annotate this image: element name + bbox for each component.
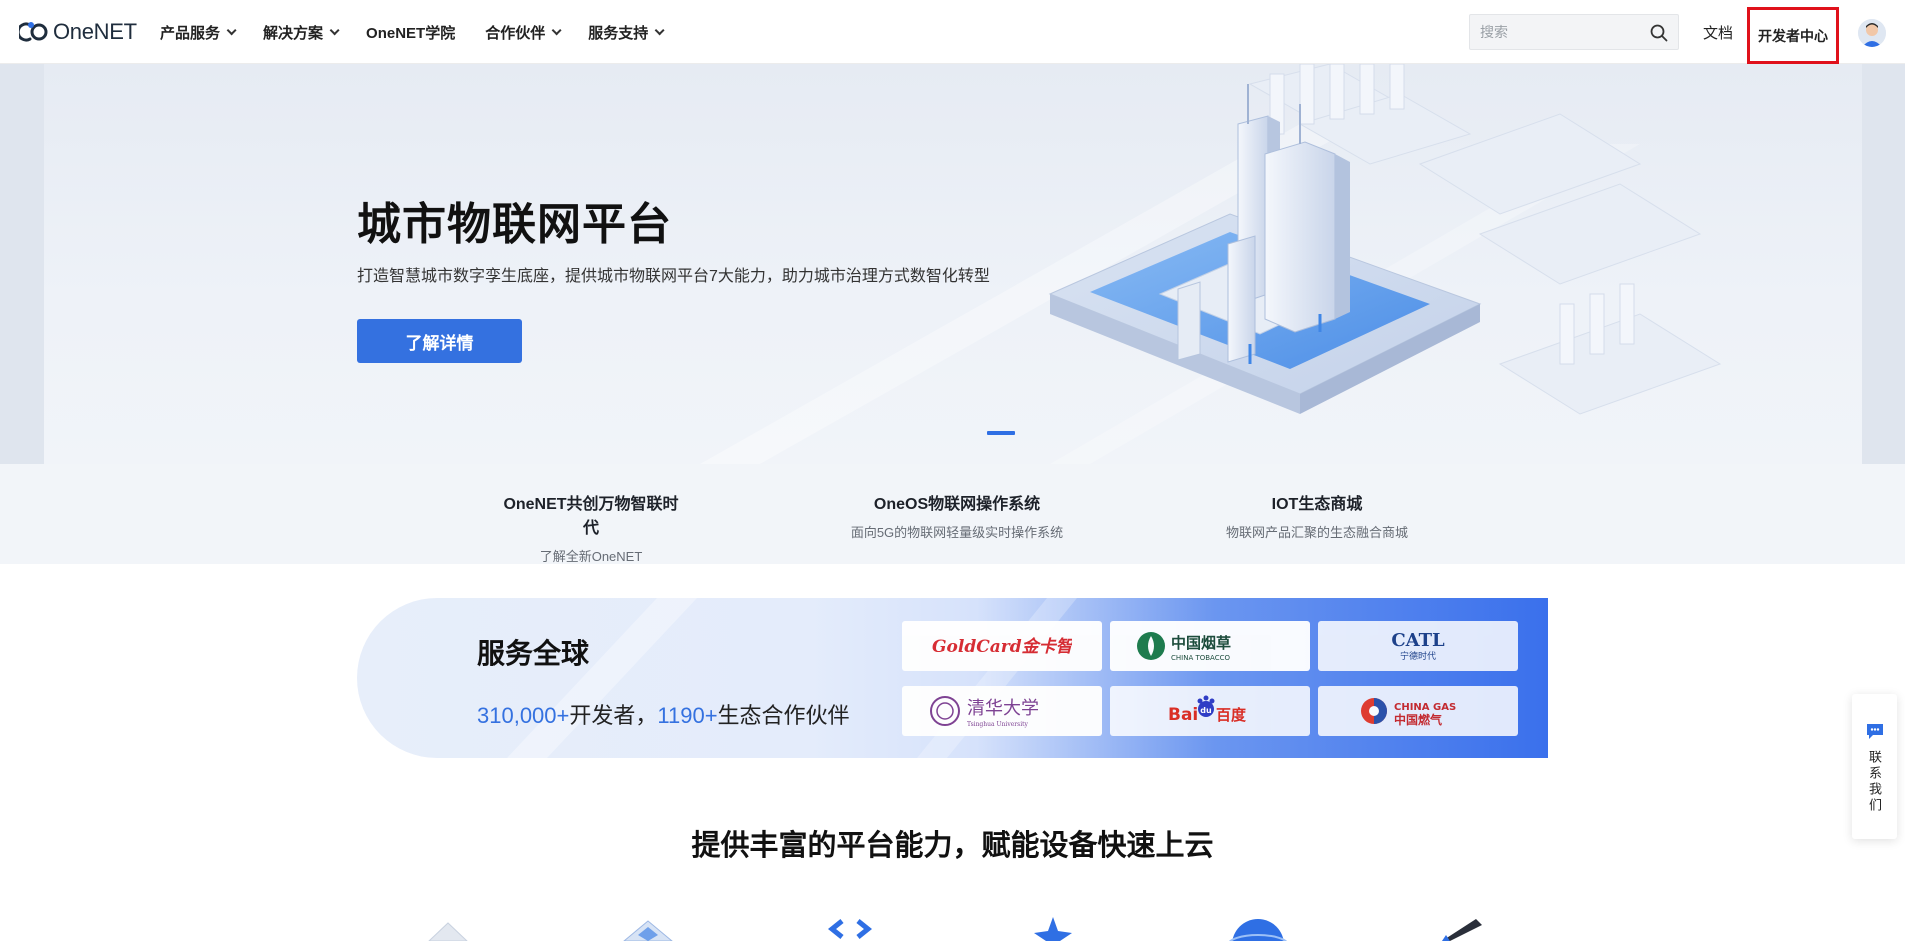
search-input[interactable] bbox=[1470, 24, 1640, 40]
capability-icon-globe bbox=[1228, 919, 1288, 941]
strip-item-desc: 面向5G的物联网轻量级实时操作系统 bbox=[850, 525, 1064, 540]
partners-count: 1190+ bbox=[657, 703, 718, 728]
china-gas-logo: CHINA GAS 中国燃气 bbox=[1361, 698, 1456, 727]
onenet-logo[interactable]: OneNET bbox=[19, 18, 137, 46]
developers-label: 开发者， bbox=[569, 703, 658, 728]
capability-icon-star bbox=[1034, 917, 1072, 941]
catl-sub: 宁德时代 bbox=[1400, 650, 1436, 662]
capability-icons-row bbox=[0, 915, 1905, 941]
catl-text: CATL bbox=[1391, 630, 1445, 651]
nav-support[interactable]: 服务支持 bbox=[588, 22, 665, 43]
chevron-down-icon bbox=[226, 24, 237, 35]
strip-item-title: IOT生态商城 bbox=[1271, 496, 1363, 513]
baidu-logo: Bai du 百度 bbox=[1168, 695, 1247, 725]
partner-baidu: Bai du 百度 bbox=[1110, 686, 1310, 736]
docs-link[interactable]: 文档 bbox=[1703, 22, 1733, 43]
china-tobacco-logo: 中国烟草 CHINA TOBACCO bbox=[1137, 632, 1231, 662]
developers-count: 310,000+ bbox=[477, 703, 570, 728]
learn-more-button[interactable]: 了解详情 bbox=[357, 319, 522, 363]
capability-icon-2 bbox=[623, 920, 673, 941]
partner-catl: CATL 宁德时代 bbox=[1318, 621, 1518, 671]
search-icon[interactable] bbox=[1650, 24, 1668, 42]
chevron-down-icon bbox=[551, 24, 562, 35]
partner-logo-grid: GoldCard金卡智能 中国烟草 CHINA TOBACCO CATL 宁德时… bbox=[902, 621, 1518, 736]
catl-logo: CATL 宁德时代 bbox=[1391, 630, 1445, 662]
capability-icon-device bbox=[1442, 919, 1482, 941]
capabilities-section-title: 提供丰富的平台能力，赋能设备快速上云 bbox=[691, 830, 1214, 862]
tsinghua-sub: Tsinghua University bbox=[967, 721, 1029, 728]
top-header: OneNET 产品服务 解决方案 OneNET学院 合作伙伴 服务支持 文档 开… bbox=[0, 0, 1905, 64]
strip-item-title: OneOS物联网操作系统 bbox=[873, 496, 1041, 513]
service-global-banner: 服务全球 310,000+开发者，1190+生态合作伙伴 GoldCard金卡智… bbox=[357, 598, 1548, 758]
nav-solutions[interactable]: 解决方案 bbox=[263, 22, 340, 43]
china-gas-text: CHINA GAS bbox=[1394, 702, 1456, 713]
service-stats: 310,000+开发者，1190+生态合作伙伴 bbox=[477, 698, 850, 730]
strip-item-onenet[interactable]: OneNET共创万物智联时代 了解全新OneNET bbox=[496, 490, 686, 565]
user-avatar[interactable] bbox=[1858, 19, 1886, 47]
tsinghua-logo: 清华大学 Tsinghua University bbox=[930, 696, 1039, 728]
chat-icon bbox=[1866, 724, 1883, 739]
tsinghua-text: 清华大学 bbox=[967, 698, 1039, 719]
partner-goldcard: GoldCard金卡智能 bbox=[902, 621, 1102, 671]
search-box bbox=[1469, 14, 1679, 50]
nav-partners-label: 合作伙伴 bbox=[485, 24, 546, 42]
hero-banner: 城市物联网平台 打造智慧城市数字孪生底座，提供城市物联网平台7大能力，助力城市治… bbox=[0, 64, 1905, 464]
goldcard-logo-text: GoldCard金卡智能 bbox=[932, 637, 1072, 657]
partners-label: 生态合作伙伴 bbox=[717, 703, 850, 728]
hero-subtitle: 打造智慧城市数字孪生底座，提供城市物联网平台7大能力，助力城市治理方式数智化转型 bbox=[357, 268, 990, 285]
china-tobacco-text: 中国烟草 bbox=[1171, 634, 1231, 652]
capability-icon-code bbox=[827, 919, 873, 939]
developer-center-link[interactable]: 开发者中心 bbox=[1747, 7, 1839, 64]
baidu-text-du: du bbox=[1200, 706, 1212, 715]
nav-support-label: 服务支持 bbox=[588, 24, 649, 42]
onenet-logo-icon bbox=[19, 22, 48, 42]
contact-us-float[interactable]: 联系我们 bbox=[1852, 694, 1897, 839]
nav-solutions-label: 解决方案 bbox=[263, 24, 324, 42]
partner-china-tobacco: 中国烟草 CHINA TOBACCO bbox=[1110, 621, 1310, 671]
strip-item-desc: 物联网产品汇聚的生态融合商城 bbox=[1225, 525, 1408, 540]
avatar-icon bbox=[1858, 19, 1886, 47]
nav-products-label: 产品服务 bbox=[160, 24, 221, 42]
baidu-text-cn: 百度 bbox=[1216, 706, 1247, 724]
china-gas-sub: 中国燃气 bbox=[1394, 712, 1442, 727]
service-title: 服务全球 bbox=[477, 638, 590, 669]
highlight-strip: OneNET共创万物智联时代 了解全新OneNET OneOS物联网操作系统 面… bbox=[0, 464, 1905, 564]
china-tobacco-sub: CHINA TOBACCO bbox=[1171, 654, 1230, 662]
chevron-down-icon bbox=[329, 24, 340, 35]
strip-item-desc: 了解全新OneNET bbox=[539, 549, 643, 564]
chevron-down-icon bbox=[654, 24, 665, 35]
logo-text: OneNET bbox=[53, 19, 137, 44]
strip-item-iot-mall[interactable]: IOT生态商城 物联网产品汇聚的生态融合商城 bbox=[1224, 490, 1410, 541]
goldcard-logo: GoldCard金卡智能 bbox=[932, 637, 1072, 657]
partner-tsinghua: 清华大学 Tsinghua University bbox=[902, 686, 1102, 736]
carousel-indicator[interactable] bbox=[987, 431, 1015, 435]
baidu-text-bai: Bai bbox=[1168, 705, 1198, 725]
capability-icon-1 bbox=[428, 922, 468, 941]
nav-partners[interactable]: 合作伙伴 bbox=[485, 22, 562, 43]
strip-item-title: OneNET共创万物智联时代 bbox=[503, 496, 679, 537]
nav-products[interactable]: 产品服务 bbox=[160, 22, 237, 43]
contact-us-label: 联系我们 bbox=[1867, 750, 1882, 814]
nav-academy[interactable]: OneNET学院 bbox=[366, 22, 455, 43]
strip-item-oneos[interactable]: OneOS物联网操作系统 面向5G的物联网轻量级实时操作系统 bbox=[850, 490, 1064, 541]
partner-china-gas: CHINA GAS 中国燃气 bbox=[1318, 686, 1518, 736]
hero-title: 城市物联网平台 bbox=[357, 200, 672, 249]
main-nav: 产品服务 解决方案 OneNET学院 合作伙伴 服务支持 bbox=[160, 0, 691, 64]
nav-academy-label: OneNET学院 bbox=[366, 24, 456, 42]
